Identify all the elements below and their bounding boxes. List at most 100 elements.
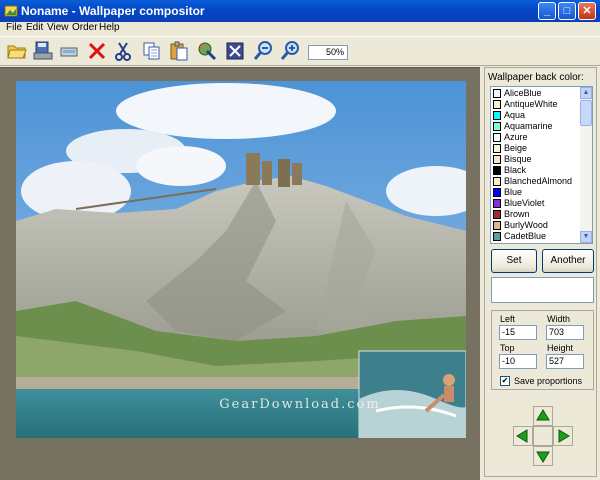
color-swatch xyxy=(493,166,501,175)
wallpaper-back-color-label: Wallpaper back color: xyxy=(488,72,584,83)
color-swatch xyxy=(493,232,501,241)
color-list-item[interactable]: BurlyWood xyxy=(492,220,580,231)
title-bar: Noname - Wallpaper compositor _ □ ✕ xyxy=(0,0,600,22)
color-list-item[interactable]: BlueViolet xyxy=(492,198,580,209)
zoom-level-field[interactable]: 50% xyxy=(308,45,348,60)
cut-icon[interactable] xyxy=(112,40,134,62)
copy-icon[interactable] xyxy=(141,40,163,62)
color-swatch xyxy=(493,221,501,230)
arrow-down-icon xyxy=(536,451,550,463)
color-list-item[interactable]: Black xyxy=(492,165,580,176)
color-swatch xyxy=(493,155,501,164)
save-icon[interactable] xyxy=(32,40,54,62)
color-list-item[interactable]: Bisque xyxy=(492,154,580,165)
another-button[interactable]: Another xyxy=(542,249,594,273)
move-up-button[interactable] xyxy=(533,406,553,426)
scroll-thumb[interactable] xyxy=(580,100,592,126)
color-name: Aqua xyxy=(504,110,526,120)
color-list-item[interactable]: Azure xyxy=(492,132,580,143)
color-swatch xyxy=(493,188,501,197)
color-name: BurlyWood xyxy=(504,220,548,230)
panel-frame: Wallpaper back color: AliceBlue AntiqueWh… xyxy=(484,67,597,477)
menu-bar: File Edit View Order Help xyxy=(0,22,600,36)
paste-icon[interactable] xyxy=(168,40,190,62)
canvas-area[interactable] xyxy=(0,67,480,480)
color-list-item[interactable]: Beige xyxy=(492,143,580,154)
color-name: BlanchedAlmond xyxy=(504,176,573,186)
color-name: CadetBlue xyxy=(504,231,547,241)
color-name: AntiqueWhite xyxy=(504,99,558,109)
color-name: Azure xyxy=(504,132,528,142)
color-swatch xyxy=(493,89,501,98)
set-button[interactable]: Set xyxy=(491,249,537,273)
color-name: BlueViolet xyxy=(504,198,545,208)
menu-edit[interactable]: Edit xyxy=(26,22,43,34)
paint-icon[interactable] xyxy=(196,40,218,62)
color-name: Brown xyxy=(504,209,530,219)
color-swatch xyxy=(493,210,501,219)
color-name: Aquamarine xyxy=(504,121,553,131)
minimize-button[interactable]: _ xyxy=(538,2,556,20)
maximize-button[interactable]: □ xyxy=(558,2,576,20)
color-list-item[interactable]: AntiqueWhite xyxy=(492,99,580,110)
scan-icon[interactable] xyxy=(58,40,80,62)
height-field[interactable]: 527 xyxy=(546,354,584,369)
arrow-right-icon xyxy=(558,429,570,443)
menu-order[interactable]: Order xyxy=(72,22,98,34)
menu-view[interactable]: View xyxy=(47,22,69,34)
color-swatch xyxy=(493,111,501,120)
selected-color-preview xyxy=(491,277,594,303)
color-list-item[interactable]: Aqua xyxy=(492,110,580,121)
color-swatch xyxy=(493,133,501,142)
menu-file[interactable]: File xyxy=(6,22,22,34)
wallpaper-preview[interactable] xyxy=(16,81,466,438)
color-list-item[interactable]: Aquamarine xyxy=(492,121,580,132)
properties-panel: Wallpaper back color: AliceBlue AntiqueWh… xyxy=(481,67,600,480)
scroll-up-icon[interactable]: ▲ xyxy=(580,87,592,99)
crop-icon[interactable] xyxy=(224,40,246,62)
move-down-button[interactable] xyxy=(533,446,553,466)
move-pad xyxy=(513,406,573,468)
color-list[interactable]: AliceBlue AntiqueWhite Aqua Aquamarine Azure… xyxy=(490,86,593,244)
color-name: Blue xyxy=(504,187,523,197)
color-swatch xyxy=(493,177,501,186)
color-list-item[interactable]: CadetBlue xyxy=(492,231,580,242)
color-name: AliceBlue xyxy=(504,88,542,98)
toolbar: 50% xyxy=(0,36,600,66)
color-list-item[interactable]: AliceBlue xyxy=(492,88,580,99)
move-left-button[interactable] xyxy=(513,426,533,446)
scroll-down-icon[interactable]: ▼ xyxy=(580,231,592,243)
arrow-up-icon xyxy=(536,409,550,421)
geometry-group: Left Width -15 703 Top Height -10 527 ✔ … xyxy=(491,310,594,390)
color-name: Bisque xyxy=(504,154,532,164)
width-label: Width xyxy=(547,314,571,324)
left-field[interactable]: -15 xyxy=(499,325,537,340)
window-title: Noname - Wallpaper compositor xyxy=(21,4,205,18)
delete-icon[interactable] xyxy=(86,40,108,62)
color-list-item[interactable]: Brown xyxy=(492,209,580,220)
save-proportions-checkbox[interactable]: ✔ xyxy=(500,376,510,386)
left-label: Left xyxy=(500,314,516,324)
close-button[interactable]: ✕ xyxy=(578,2,596,20)
menu-help[interactable]: Help xyxy=(99,22,120,34)
top-field[interactable]: -10 xyxy=(499,354,537,369)
color-list-scrollbar[interactable]: ▲ ▼ xyxy=(580,87,592,243)
color-list-item[interactable]: BlanchedAlmond xyxy=(492,176,580,187)
color-swatch xyxy=(493,122,501,131)
move-center-cell xyxy=(533,426,553,446)
save-proportions-label: Save proportions xyxy=(514,376,583,386)
zoom-out-icon[interactable] xyxy=(252,40,274,62)
open-icon[interactable] xyxy=(6,40,28,62)
top-label: Top xyxy=(500,343,515,353)
color-list-item[interactable]: Blue xyxy=(492,187,580,198)
height-label: Height xyxy=(547,343,574,353)
color-swatch xyxy=(493,144,501,153)
app-icon xyxy=(4,5,18,17)
width-field[interactable]: 703 xyxy=(546,325,584,340)
color-name: Beige xyxy=(504,143,528,153)
color-name: Black xyxy=(504,165,527,175)
color-swatch xyxy=(493,100,501,109)
color-swatch xyxy=(493,199,501,208)
zoom-in-icon[interactable] xyxy=(279,40,301,62)
move-right-button[interactable] xyxy=(553,426,573,446)
